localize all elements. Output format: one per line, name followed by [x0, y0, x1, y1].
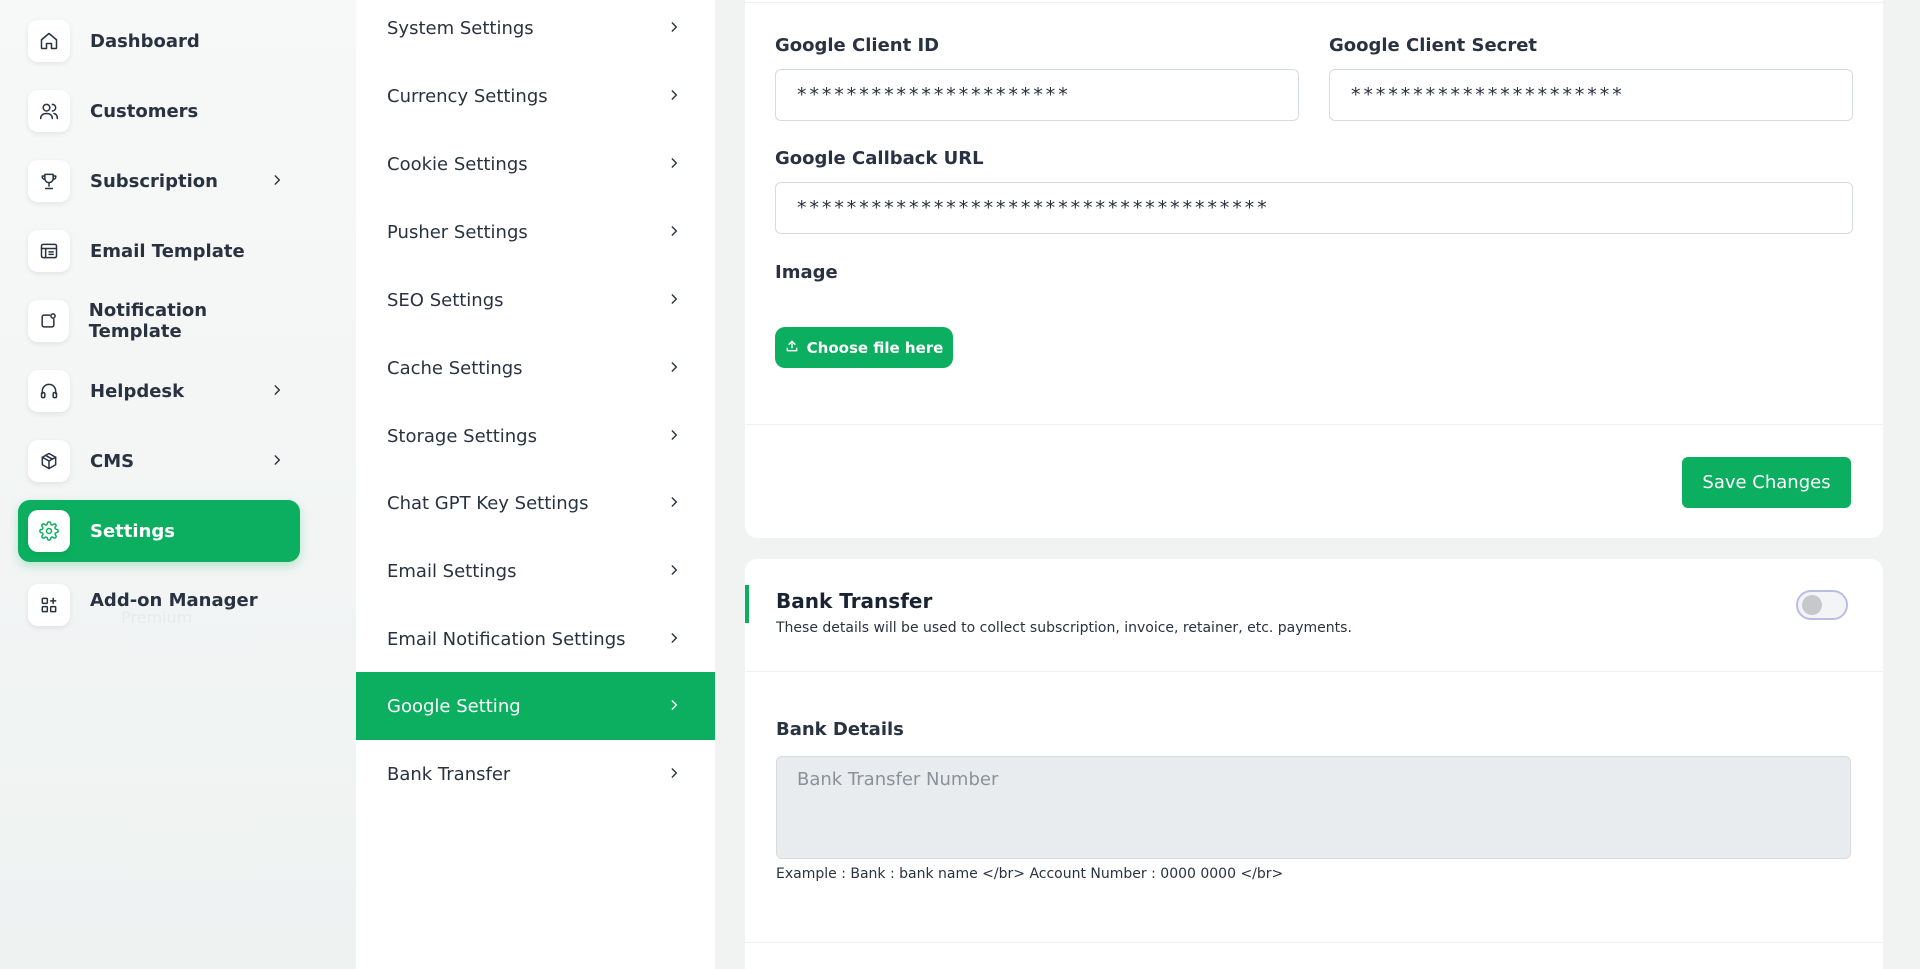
- divider: [745, 671, 1883, 672]
- choose-file-button[interactable]: Choose file here: [775, 327, 953, 368]
- home-icon: [28, 20, 70, 62]
- google-settings-card: Google Client ID ********************** …: [745, 0, 1883, 538]
- sidebar-item-label: Customers: [90, 100, 199, 122]
- box-icon: [28, 440, 70, 482]
- users-icon: [28, 90, 70, 132]
- settings-menu-item-label: System Settings: [387, 17, 534, 39]
- chevron-right-icon: [667, 290, 681, 311]
- settings-menu-item-storage[interactable]: Storage Settings: [356, 402, 715, 470]
- bank-transfer-description: These details will be used to collect su…: [776, 620, 1352, 636]
- chevron-right-icon: [667, 696, 681, 717]
- bank-transfer-card: Bank Transfer These details will be used…: [745, 559, 1883, 969]
- divider: [745, 2, 1883, 3]
- bank-details-hint: Example : Bank : bank name </br> Account…: [776, 866, 1284, 882]
- sidebar-item-cms[interactable]: CMS: [18, 430, 300, 492]
- settings-menu: System Settings Currency Settings Cookie…: [356, 0, 715, 969]
- image-label: Image: [775, 262, 838, 283]
- sidebar: Dashboard Customers Subscription Email T…: [0, 0, 356, 969]
- settings-menu-item-label: Storage Settings: [387, 425, 537, 447]
- settings-menu-item-label: Pusher Settings: [387, 221, 528, 243]
- chevron-right-icon: [667, 18, 681, 39]
- upload-icon: [785, 339, 799, 357]
- sidebar-item-settings[interactable]: Settings: [18, 500, 300, 562]
- sidebar-item-notification-template[interactable]: Notification Template: [18, 290, 300, 352]
- settings-menu-item-pusher[interactable]: Pusher Settings: [356, 198, 715, 266]
- sidebar-item-label: Dashboard: [90, 30, 200, 52]
- sidebar-item-customers[interactable]: Customers: [18, 80, 300, 142]
- google-client-secret-label: Google Client Secret: [1329, 35, 1538, 56]
- settings-menu-item-currency[interactable]: Currency Settings: [356, 62, 715, 130]
- notification-icon: [28, 300, 69, 342]
- chevron-right-icon: [270, 452, 284, 471]
- sidebar-item-helpdesk[interactable]: Helpdesk: [18, 360, 300, 422]
- chevron-right-icon: [667, 764, 681, 785]
- google-client-id-input[interactable]: **********************: [775, 69, 1299, 121]
- settings-menu-item-label: Email Notification Settings: [387, 628, 626, 650]
- settings-menu-item-email-notification[interactable]: Email Notification Settings: [356, 605, 715, 673]
- chevron-right-icon: [667, 561, 681, 582]
- divider: [745, 424, 1883, 425]
- settings-menu-item-bank-transfer[interactable]: Bank Transfer: [356, 740, 715, 808]
- chevron-right-icon: [667, 358, 681, 379]
- sidebar-item-label: CMS: [90, 450, 135, 472]
- addon-premium-label: Premium: [121, 608, 193, 627]
- settings-menu-item-label: Google Setting: [387, 695, 521, 717]
- chevron-right-icon: [667, 426, 681, 447]
- settings-menu-item-system[interactable]: System Settings: [356, 0, 715, 62]
- sidebar-item-label: Settings: [90, 520, 175, 542]
- apps-add-icon: [28, 584, 70, 626]
- sidebar-item-email-template[interactable]: Email Template: [18, 220, 300, 282]
- google-callback-url-input[interactable]: **************************************: [775, 182, 1853, 234]
- settings-menu-item-cookie[interactable]: Cookie Settings: [356, 130, 715, 198]
- bank-transfer-title: Bank Transfer: [776, 589, 933, 613]
- chevron-right-icon: [667, 154, 681, 175]
- settings-menu-item-label: Bank Transfer: [387, 763, 511, 785]
- settings-menu-item-chat-gpt[interactable]: Chat GPT Key Settings: [356, 469, 715, 537]
- sidebar-item-dashboard[interactable]: Dashboard: [18, 10, 300, 72]
- save-changes-button[interactable]: Save Changes: [1682, 457, 1851, 508]
- toggle-knob: [1802, 595, 1822, 615]
- settings-menu-item-label: Cache Settings: [387, 357, 523, 379]
- divider: [745, 942, 1883, 943]
- chevron-right-icon: [667, 86, 681, 107]
- headphones-icon: [28, 370, 70, 412]
- chevron-right-icon: [270, 172, 284, 191]
- settings-menu-item-label: Currency Settings: [387, 85, 548, 107]
- settings-menu-item-cache[interactable]: Cache Settings: [356, 334, 715, 402]
- template-icon: [28, 230, 70, 272]
- settings-menu-item-google[interactable]: Google Setting: [356, 672, 715, 740]
- bank-transfer-toggle[interactable]: [1796, 590, 1848, 620]
- chevron-right-icon: [667, 493, 681, 514]
- section-accent-bar: [745, 585, 749, 623]
- gear-icon: [28, 510, 70, 552]
- google-client-secret-input[interactable]: **********************: [1329, 69, 1853, 121]
- bank-details-label: Bank Details: [776, 719, 904, 740]
- settings-menu-item-label: Cookie Settings: [387, 153, 528, 175]
- chevron-right-icon: [667, 629, 681, 650]
- settings-menu-item-email[interactable]: Email Settings: [356, 537, 715, 605]
- choose-file-label: Choose file here: [806, 338, 944, 357]
- sidebar-item-label: Notification Template: [88, 300, 208, 342]
- settings-menu-item-label: Chat GPT Key Settings: [387, 492, 589, 514]
- chevron-right-icon: [667, 222, 681, 243]
- chevron-right-icon: [270, 382, 284, 401]
- google-client-id-label: Google Client ID: [775, 35, 940, 56]
- sidebar-item-subscription[interactable]: Subscription: [18, 150, 300, 212]
- settings-menu-item-label: Email Settings: [387, 560, 517, 582]
- sidebar-item-label: Helpdesk: [90, 380, 185, 402]
- settings-menu-item-label: SEO Settings: [387, 289, 504, 311]
- bank-details-textarea[interactable]: Bank Transfer Number: [776, 756, 1851, 859]
- google-callback-url-label: Google Callback URL: [775, 148, 984, 169]
- sidebar-item-label: Email Template: [90, 240, 245, 262]
- settings-menu-item-seo[interactable]: SEO Settings: [356, 266, 715, 334]
- sidebar-item-label: Subscription: [90, 170, 218, 192]
- trophy-icon: [28, 160, 70, 202]
